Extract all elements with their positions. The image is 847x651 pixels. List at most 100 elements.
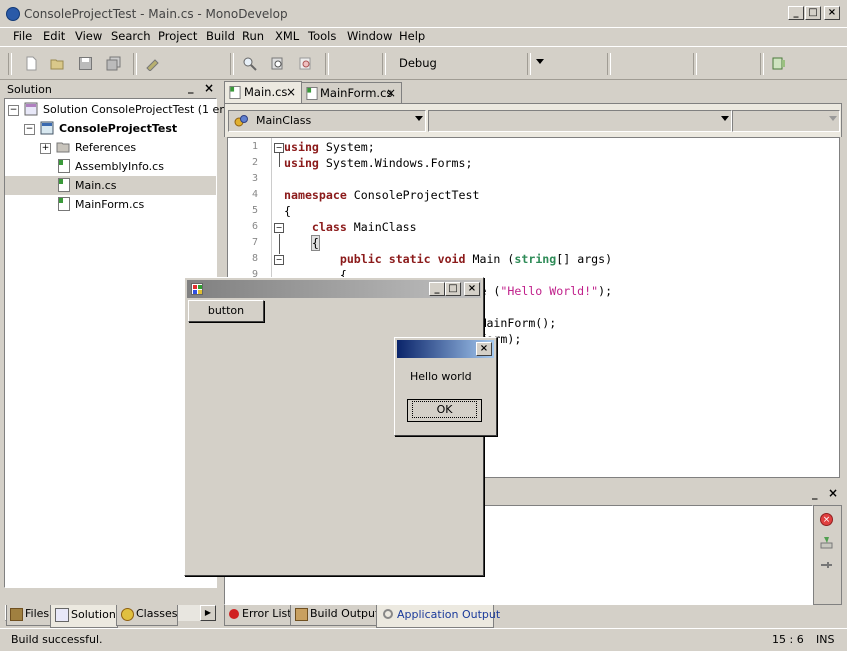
minimize-button[interactable]: _ (788, 6, 804, 20)
menu-run[interactable]: Run (242, 29, 264, 43)
tab-classes[interactable]: Classes (116, 605, 178, 626)
close-button[interactable]: × (824, 6, 840, 20)
fold-line (279, 234, 280, 254)
class-combo[interactable]: MainClass (228, 110, 426, 132)
menu-project[interactable]: Project (158, 29, 197, 43)
toolbar-separator (325, 53, 329, 75)
fold-collapse-icon[interactable]: − (274, 223, 284, 233)
scroll-right-icon[interactable]: ▶ (200, 605, 216, 621)
menu-window[interactable]: Window (347, 29, 392, 43)
references-folder-icon (56, 142, 70, 153)
clear-icon[interactable] (819, 535, 834, 550)
menu-bar: File Edit View Search Project Build Run … (0, 28, 847, 46)
line-number: 2 (251, 157, 258, 168)
tree-item-project[interactable]: − ConsoleProjectTest (5, 119, 216, 138)
find-in-files-icon[interactable] (270, 56, 285, 71)
tab-error-list[interactable]: Error List (224, 605, 292, 626)
region-combo[interactable] (732, 110, 840, 132)
form-maximize-button[interactable]: □ (445, 282, 461, 296)
save-icon[interactable] (78, 56, 93, 71)
tab-close-icon[interactable]: × (286, 82, 296, 102)
menu-tools[interactable]: Tools (308, 29, 336, 43)
tree-item-references[interactable]: + References (5, 138, 216, 157)
maximize-button[interactable]: □ (805, 6, 821, 20)
ok-button[interactable]: OK (407, 399, 482, 422)
insert-mode: INS (816, 633, 835, 646)
tree-item-label: AssemblyInfo.cs (75, 160, 164, 173)
cursor-position: 15 : 6 (772, 633, 804, 646)
tab-mainform-cs[interactable]: MainForm.cs × (301, 82, 402, 104)
menu-xml[interactable]: XML (275, 29, 299, 43)
fold-collapse-icon[interactable]: − (274, 143, 284, 153)
fold-line (279, 153, 280, 167)
code-line: { (310, 235, 320, 251)
form-minimize-button[interactable]: _ (429, 282, 445, 296)
tree-item-file[interactable]: MainForm.cs (5, 195, 216, 214)
pad-minimize-icon[interactable]: _ (188, 81, 194, 94)
menu-view[interactable]: View (75, 29, 102, 43)
stop-icon[interactable]: × (820, 513, 833, 526)
project-icon (40, 121, 54, 135)
tab-application-output[interactable]: Application Output (376, 605, 500, 628)
pad-close-icon[interactable]: × (828, 486, 838, 500)
replace-icon[interactable] (298, 56, 313, 71)
menu-search[interactable]: Search (111, 29, 151, 43)
solution-pad-header: Solution _ × (4, 80, 217, 97)
main-toolbar: Debug (0, 46, 847, 80)
code-line: namespace ConsoleProjectTest (284, 188, 480, 202)
pin-icon[interactable] (819, 558, 834, 573)
layout-icon[interactable] (771, 56, 786, 71)
tab-close-icon[interactable]: × (386, 83, 396, 103)
tab-main-cs[interactable]: Main.cs × (224, 81, 302, 104)
application-output-icon (383, 609, 393, 619)
config-dropdown-arrow-icon[interactable] (536, 59, 544, 64)
collapse-icon[interactable]: − (8, 105, 19, 116)
build-icon[interactable] (145, 56, 160, 71)
code-line: using System; (284, 140, 375, 154)
form-button[interactable]: button (188, 300, 264, 322)
form-app-icon (191, 283, 203, 295)
tree-item-solution[interactable]: − Solution ConsoleProjectTest (1 entry) (5, 100, 246, 119)
line-number: 4 (251, 189, 258, 200)
message-box-close-button[interactable]: × (476, 342, 492, 356)
build-configuration-combo[interactable]: Debug (399, 56, 437, 70)
toolbar-separator (760, 53, 764, 75)
tab-label: Classes (136, 607, 178, 620)
find-icon[interactable] (242, 56, 257, 71)
line-number: 7 (251, 237, 258, 248)
menu-file[interactable]: File (13, 29, 32, 43)
menu-build[interactable]: Build (206, 29, 235, 43)
status-bar: Build successful. 15 : 6 INS (0, 628, 847, 651)
solution-icon (24, 102, 38, 116)
code-line: public static void Main (string[] args) (339, 252, 613, 266)
fold-collapse-icon[interactable]: − (274, 255, 284, 265)
ok-button-label: OK (411, 401, 478, 418)
open-folder-icon[interactable] (50, 56, 65, 71)
tree-item-file-selected[interactable]: Main.cs (5, 176, 216, 195)
cs-file-icon (229, 86, 241, 99)
pad-minimize-icon[interactable]: _ (812, 487, 818, 500)
chevron-down-icon (721, 116, 729, 121)
menu-help[interactable]: Help (399, 29, 425, 43)
toolbar-separator (527, 53, 531, 75)
member-combo[interactable] (428, 110, 732, 132)
expand-icon[interactable]: + (40, 143, 51, 154)
form-close-button[interactable]: × (464, 282, 480, 296)
line-number: 1 (251, 141, 258, 152)
save-all-icon[interactable] (106, 56, 121, 71)
tab-label: Build Output (310, 607, 380, 620)
form-title-bar: _ □ × (187, 280, 481, 298)
toolbar-separator (382, 53, 386, 75)
collapse-icon[interactable]: − (24, 124, 35, 135)
tree-item-label: Solution ConsoleProjectTest (1 entry) (43, 103, 246, 116)
tab-files[interactable]: Files (6, 605, 52, 626)
tree-item-file[interactable]: AssemblyInfo.cs (5, 157, 216, 176)
tab-label: MainForm.cs (320, 86, 393, 100)
pad-close-icon[interactable]: × (204, 81, 214, 95)
menu-edit[interactable]: Edit (43, 29, 65, 43)
class-combo-value: MainClass (256, 114, 312, 127)
tab-solution[interactable]: Solution (50, 605, 118, 628)
new-file-icon[interactable] (24, 56, 39, 71)
tab-build-output[interactable]: Build Output (290, 605, 380, 626)
tree-item-label: MainForm.cs (75, 198, 145, 211)
